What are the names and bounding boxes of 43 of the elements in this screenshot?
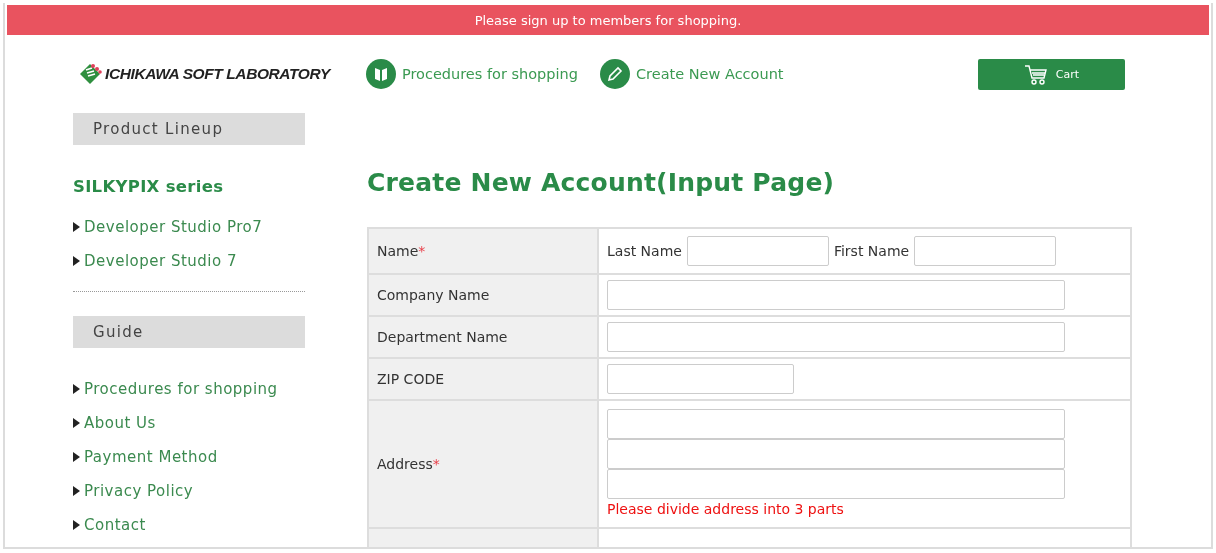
- nav-link[interactable]: Create New Account: [599, 59, 784, 89]
- field-label: ZIP CODE: [377, 371, 445, 387]
- triangle-icon: [73, 418, 80, 428]
- field-label: Department Name: [377, 329, 508, 345]
- pencil-icon: [599, 59, 630, 89]
- input-field[interactable]: [607, 322, 1065, 352]
- sidebar-link[interactable]: Privacy Policy: [84, 482, 194, 500]
- field-label: Company Name: [377, 287, 490, 303]
- triangle-icon: [73, 520, 80, 530]
- triangle-icon: [73, 384, 80, 394]
- input-field[interactable]: [686, 236, 829, 266]
- address-hint: Please divide address into 3 parts: [607, 501, 845, 517]
- sidebar-link[interactable]: Developer Studio Pro7: [84, 218, 263, 236]
- triangle-icon: [73, 452, 80, 462]
- nav-link[interactable]: Procedures for shopping: [365, 59, 578, 89]
- series-heading: SILKYPIX series: [73, 177, 225, 196]
- input-field[interactable]: [607, 469, 1065, 499]
- sidebar-link[interactable]: Payment Method: [84, 448, 218, 466]
- input-field[interactable]: [914, 236, 1057, 266]
- cart-button[interactable]: Cart: [978, 58, 1125, 90]
- signup-banner: Please sign up to members for shopping.: [7, 5, 1209, 35]
- cart-icon: [1023, 63, 1048, 85]
- page-title: Create New Account(Input Page): [367, 168, 836, 197]
- sidebar-link[interactable]: Developer Studio 7: [84, 252, 237, 270]
- logo-text: ICHIKAWA SOFT LABORATORY: [105, 65, 330, 83]
- input-field[interactable]: [607, 409, 1065, 439]
- sidebar-heading: Product Lineup: [73, 113, 305, 145]
- logo-icon: [78, 62, 102, 86]
- field-label: Last Name: [607, 243, 682, 259]
- triangle-icon: [73, 256, 80, 266]
- input-field[interactable]: [607, 364, 794, 394]
- triangle-icon: [73, 486, 80, 496]
- book-icon: [365, 59, 396, 89]
- field-label: Address*: [377, 456, 440, 472]
- sidebar-link[interactable]: Contact: [84, 516, 146, 534]
- field-label: Name*: [377, 243, 426, 259]
- input-field[interactable]: [607, 280, 1065, 310]
- field-label: First Name: [833, 243, 910, 259]
- input-field[interactable]: [607, 439, 1065, 469]
- sidebar-link[interactable]: About Us: [84, 414, 156, 432]
- sidebar-heading: Guide: [73, 316, 305, 348]
- triangle-icon: [73, 222, 80, 232]
- sidebar-link[interactable]: Procedures for shopping: [84, 380, 278, 398]
